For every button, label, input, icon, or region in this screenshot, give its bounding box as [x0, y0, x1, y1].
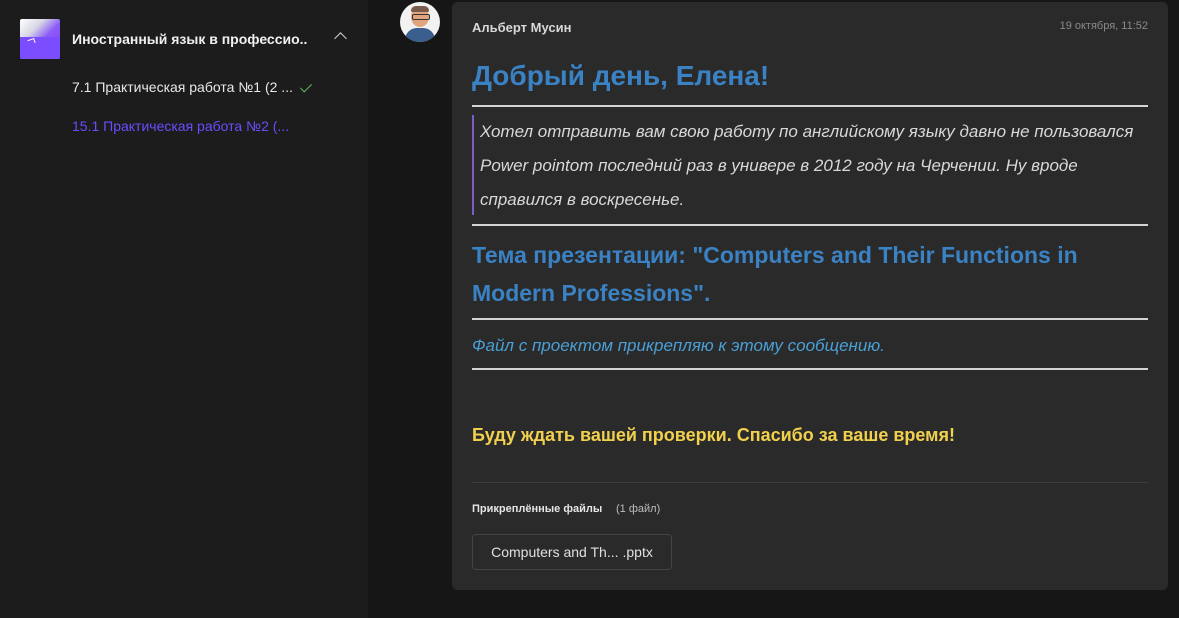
attachment-file-name: Computers and Th... [491, 544, 619, 560]
course-title: Иностранный язык в профессио... [72, 31, 308, 47]
author-name: Альберт Мусин [472, 20, 572, 35]
attachment-file-ext: .pptx [622, 544, 653, 560]
file-note: Файл с проектом прикрепляю к этому сообщ… [472, 336, 885, 355]
divider [472, 105, 1148, 107]
message-card: Альберт Мусин 19 октября, 11:52 Добрый д… [452, 2, 1168, 590]
check-icon [299, 80, 313, 93]
greeting-heading: Добрый день, Елена! [472, 60, 770, 91]
chevron-up-icon[interactable] [334, 32, 347, 45]
sidebar-item-practice-1[interactable]: 7.1 Практическая работа №1 (2 ... [72, 79, 293, 95]
attachments-count: (1 файл) [616, 503, 661, 515]
divider [472, 318, 1148, 320]
presentation-topic: Тема презентации: "Computers and Their F… [472, 242, 1078, 306]
message-timestamp: 19 октября, 11:52 [1059, 20, 1148, 32]
course-header[interactable]: Иностранный язык в профессио... [20, 19, 347, 59]
divider [472, 368, 1148, 370]
attachments-label: Прикреплённые файлы [472, 503, 603, 515]
attachments-divider [472, 482, 1148, 483]
avatar[interactable] [400, 2, 440, 42]
course-thumbnail [20, 19, 60, 59]
sidebar-item-practice-2[interactable]: 15.1 Практическая работа №2 (... [72, 118, 289, 134]
closing-text: Буду ждать вашей проверки. Спасибо за ва… [472, 425, 955, 445]
divider [472, 224, 1148, 226]
quote-block: Хотел отправить вам свою работу по англи… [472, 115, 1150, 215]
sidebar: Иностранный язык в профессио... 7.1 Прак… [0, 0, 368, 618]
attachment-file[interactable]: Computers and Th... .pptx [472, 534, 672, 570]
